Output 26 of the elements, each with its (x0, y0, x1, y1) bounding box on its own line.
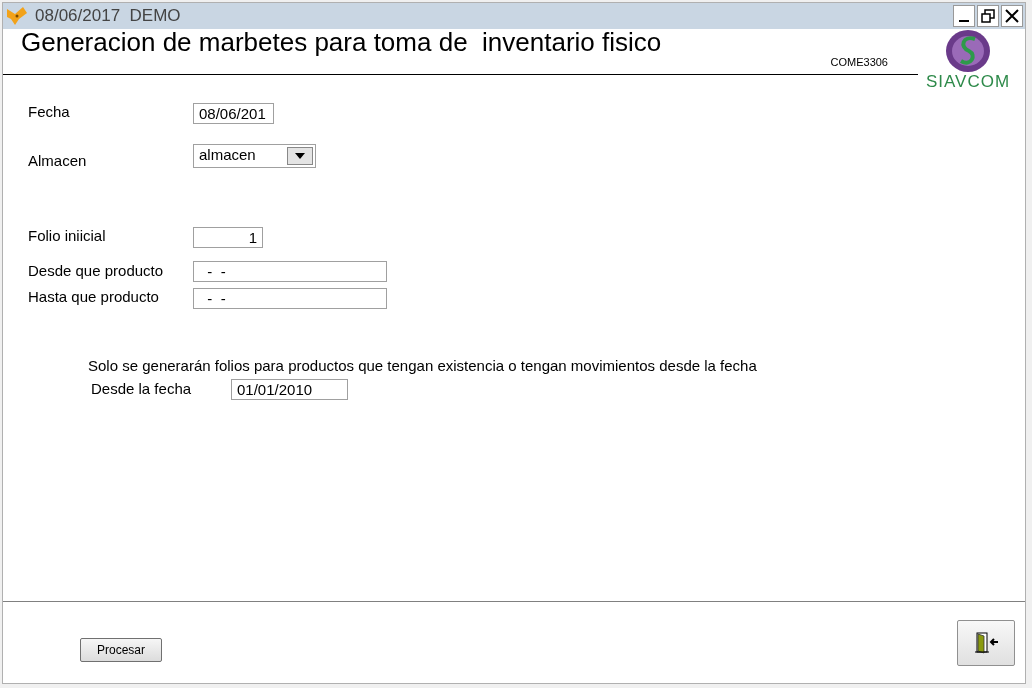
dropdown-button[interactable] (287, 146, 313, 165)
form-code: COME3306 (830, 54, 888, 70)
field-label: Hasta que producto (28, 287, 160, 307)
input-field[interactable]: 1 (193, 226, 263, 248)
dropdown[interactable]: almacen (193, 143, 316, 168)
field-label: Desde que producto (28, 260, 165, 281)
door-exit-icon (973, 631, 999, 654)
form-title: Generacion de marbetes para toma de inventario fisico (21, 26, 662, 59)
logo-icon (943, 29, 993, 73)
process-button[interactable]: Procesar (80, 637, 162, 662)
input-field[interactable]: 01/01/2010 (231, 378, 348, 400)
close-button[interactable] (1001, 5, 1023, 27)
caret-icon (295, 152, 305, 159)
field-label: Folio iniicial (28, 226, 107, 246)
field-label: Almacen (28, 150, 88, 171)
logo-text: SIAVCOM (925, 73, 1011, 91)
exit-button[interactable] (957, 619, 1015, 666)
window-title: 08/06/2017 DEMO (35, 5, 181, 28)
input-field[interactable]: - - (193, 261, 387, 282)
input-field[interactable]: 08/06/201 (193, 102, 274, 124)
info-text: Solo se generarán folios para productos que tengan existencia o tengan movimientos desde la fecha (88, 355, 758, 376)
minimize-button[interactable] (953, 5, 975, 27)
field-label: Desde la fecha (91, 379, 193, 399)
restore-button[interactable] (977, 5, 999, 27)
field-label: Fecha (28, 102, 71, 122)
input-field[interactable]: - - (193, 287, 387, 309)
